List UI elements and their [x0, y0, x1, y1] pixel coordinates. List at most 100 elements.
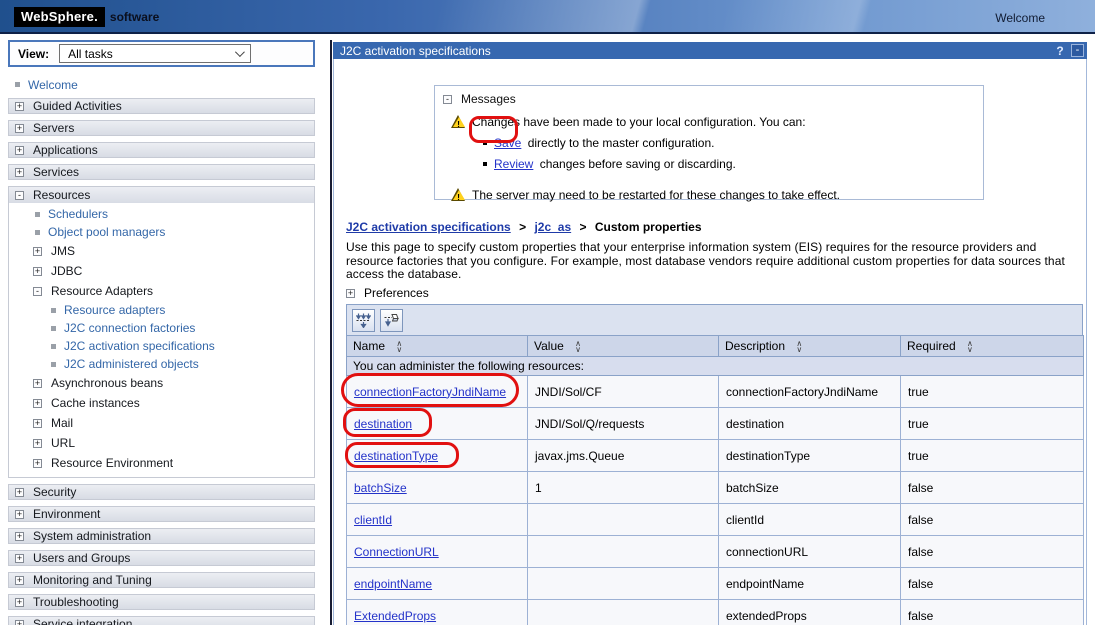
sidebar-link-j2c-connection-factories[interactable]: J2C connection factories — [64, 321, 195, 335]
table-row: batchSize 1 batchSize false — [347, 472, 1084, 504]
expand-icon[interactable]: + — [346, 289, 355, 298]
sidebar-item-label: Services — [33, 165, 79, 179]
restart-note-text: The server may need to be restarted for … — [472, 188, 840, 202]
sort-icon[interactable]: ∧∨ — [796, 341, 802, 352]
view-label: View: — [18, 47, 49, 61]
expand-icon[interactable]: + — [33, 419, 42, 428]
warning-icon: ! — [451, 188, 466, 201]
sidebar-link-object-pool-managers[interactable]: Object pool managers — [48, 225, 165, 239]
expand-icon[interactable]: + — [15, 532, 24, 541]
expand-icon[interactable]: + — [15, 620, 24, 625]
minimize-button[interactable]: - — [1071, 44, 1084, 57]
sidebar-item-jms[interactable]: + JMS — [9, 241, 314, 261]
sidebar-item-system-administration[interactable]: + System administration — [8, 528, 315, 544]
view-select[interactable]: All tasks — [59, 44, 251, 63]
main-content: - Messages ! Changes have been made to y… — [333, 59, 1087, 625]
sidebar-item-services[interactable]: + Services — [8, 164, 315, 180]
clear-filter-button[interactable] — [380, 309, 403, 332]
restart-note-line: ! The server may need to be restarted fo… — [435, 188, 983, 202]
property-link-connectionFactoryJndiName[interactable]: connectionFactoryJndiName — [354, 385, 506, 399]
sidebar-item-resources[interactable]: - Resources — [9, 187, 314, 203]
breadcrumb-link-j2c-as[interactable]: j2c_as — [534, 220, 571, 234]
expand-icon[interactable]: + — [33, 267, 42, 276]
expand-icon[interactable]: + — [33, 247, 42, 256]
property-link-clientId[interactable]: clientId — [354, 513, 392, 527]
expand-icon[interactable]: + — [33, 399, 42, 408]
sort-icon[interactable]: ∧∨ — [575, 341, 581, 352]
sidebar-item-cache-instances[interactable]: + Cache instances — [9, 393, 314, 413]
collapse-icon[interactable]: - — [443, 95, 452, 104]
column-header-value[interactable]: Value ∧∨ — [528, 336, 719, 357]
sidebar-link-schedulers[interactable]: Schedulers — [48, 207, 108, 221]
sidebar-link-resource-adapters[interactable]: Resource adapters — [64, 303, 165, 317]
expand-icon[interactable]: + — [15, 102, 24, 111]
sidebar-item-environment[interactable]: + Environment — [8, 506, 315, 522]
breadcrumb: J2C activation specifications > j2c_as >… — [346, 220, 702, 234]
sidebar-item-resource-adapters: Resource adapters — [9, 301, 314, 319]
show-filter-button[interactable] — [352, 309, 375, 332]
sidebar-link-j2c-administered-objects[interactable]: J2C administered objects — [64, 357, 199, 371]
sort-icon[interactable]: ∧∨ — [396, 341, 402, 352]
breadcrumb-link-j2c-activation-specifications[interactable]: J2C activation specifications — [346, 220, 511, 234]
sidebar-item-resource-environment[interactable]: + Resource Environment — [9, 453, 314, 473]
property-link-destinationType[interactable]: destinationType — [354, 449, 438, 463]
navigation-tree: Welcome + Guided Activities + Servers + … — [8, 77, 315, 625]
column-header-name[interactable]: Name ∧∨ — [347, 336, 528, 357]
property-link-batchSize[interactable]: batchSize — [354, 481, 407, 495]
property-description: clientId — [719, 504, 901, 536]
collapse-icon[interactable]: - — [15, 191, 24, 200]
column-label: Required — [907, 339, 956, 353]
sidebar-item-resource-adapters-group[interactable]: - Resource Adapters — [9, 281, 314, 301]
sidebar-item-label: Users and Groups — [33, 551, 130, 565]
expand-icon[interactable]: + — [15, 554, 24, 563]
column-label: Description — [725, 339, 785, 353]
sidebar-item-asynchronous-beans[interactable]: + Asynchronous beans — [9, 373, 314, 393]
sidebar-item-applications[interactable]: + Applications — [8, 142, 315, 158]
preferences-toggle[interactable]: + Preferences — [346, 286, 429, 300]
welcome-user-label: Welcome — [995, 11, 1045, 25]
expand-icon[interactable]: + — [33, 459, 42, 468]
property-link-ExtendedProps[interactable]: ExtendedProps — [354, 609, 436, 623]
sidebar-item-security[interactable]: + Security — [8, 484, 315, 500]
expand-icon[interactable]: + — [15, 598, 24, 607]
collapse-icon[interactable]: - — [33, 287, 42, 296]
sidebar-link-j2c-activation-specifications[interactable]: J2C activation specifications — [64, 339, 215, 353]
sidebar-item-j2c-administered-objects: J2C administered objects — [9, 355, 314, 373]
sidebar-item-url[interactable]: + URL — [9, 433, 314, 453]
sort-icon[interactable]: ∧∨ — [967, 341, 973, 352]
property-required: true — [901, 408, 1084, 440]
property-required: false — [901, 472, 1084, 504]
review-link[interactable]: Review — [494, 157, 533, 171]
sidebar-item-service-integration[interactable]: + Service integration — [8, 616, 315, 625]
property-required: true — [901, 376, 1084, 408]
sidebar-item-mail[interactable]: + Mail — [9, 413, 314, 433]
sidebar-item-jdbc[interactable]: + JDBC — [9, 261, 314, 281]
sidebar-item-servers[interactable]: + Servers — [8, 120, 315, 136]
sidebar-item-monitoring-and-tuning[interactable]: + Monitoring and Tuning — [8, 572, 315, 588]
sidebar-item-troubleshooting[interactable]: + Troubleshooting — [8, 594, 315, 610]
property-link-destination[interactable]: destination — [354, 417, 412, 431]
admin-caption: You can administer the following resourc… — [347, 357, 1084, 376]
expand-icon[interactable]: + — [15, 576, 24, 585]
property-link-endpointName[interactable]: endpointName — [354, 577, 432, 591]
view-panel: View: All tasks — [8, 40, 315, 67]
messages-title: Messages — [461, 92, 516, 106]
column-header-description[interactable]: Description ∧∨ — [719, 336, 901, 357]
sidebar-item-guided-activities[interactable]: + Guided Activities — [8, 98, 315, 114]
expand-icon[interactable]: + — [15, 146, 24, 155]
expand-icon[interactable]: + — [15, 124, 24, 133]
preferences-label: Preferences — [364, 286, 429, 300]
column-header-required[interactable]: Required ∧∨ — [901, 336, 1084, 357]
expand-icon[interactable]: + — [33, 379, 42, 388]
save-link[interactable]: Save — [494, 136, 521, 150]
sidebar-link-welcome[interactable]: Welcome — [28, 78, 78, 92]
sidebar-item-label: Security — [33, 485, 76, 499]
expand-icon[interactable]: + — [15, 168, 24, 177]
expand-icon[interactable]: + — [15, 510, 24, 519]
property-required: false — [901, 600, 1084, 625]
expand-icon[interactable]: + — [33, 439, 42, 448]
expand-icon[interactable]: + — [15, 488, 24, 497]
help-button[interactable]: ? — [1052, 44, 1068, 58]
sidebar-item-users-and-groups[interactable]: + Users and Groups — [8, 550, 315, 566]
property-link-ConnectionURL[interactable]: ConnectionURL — [354, 545, 439, 559]
